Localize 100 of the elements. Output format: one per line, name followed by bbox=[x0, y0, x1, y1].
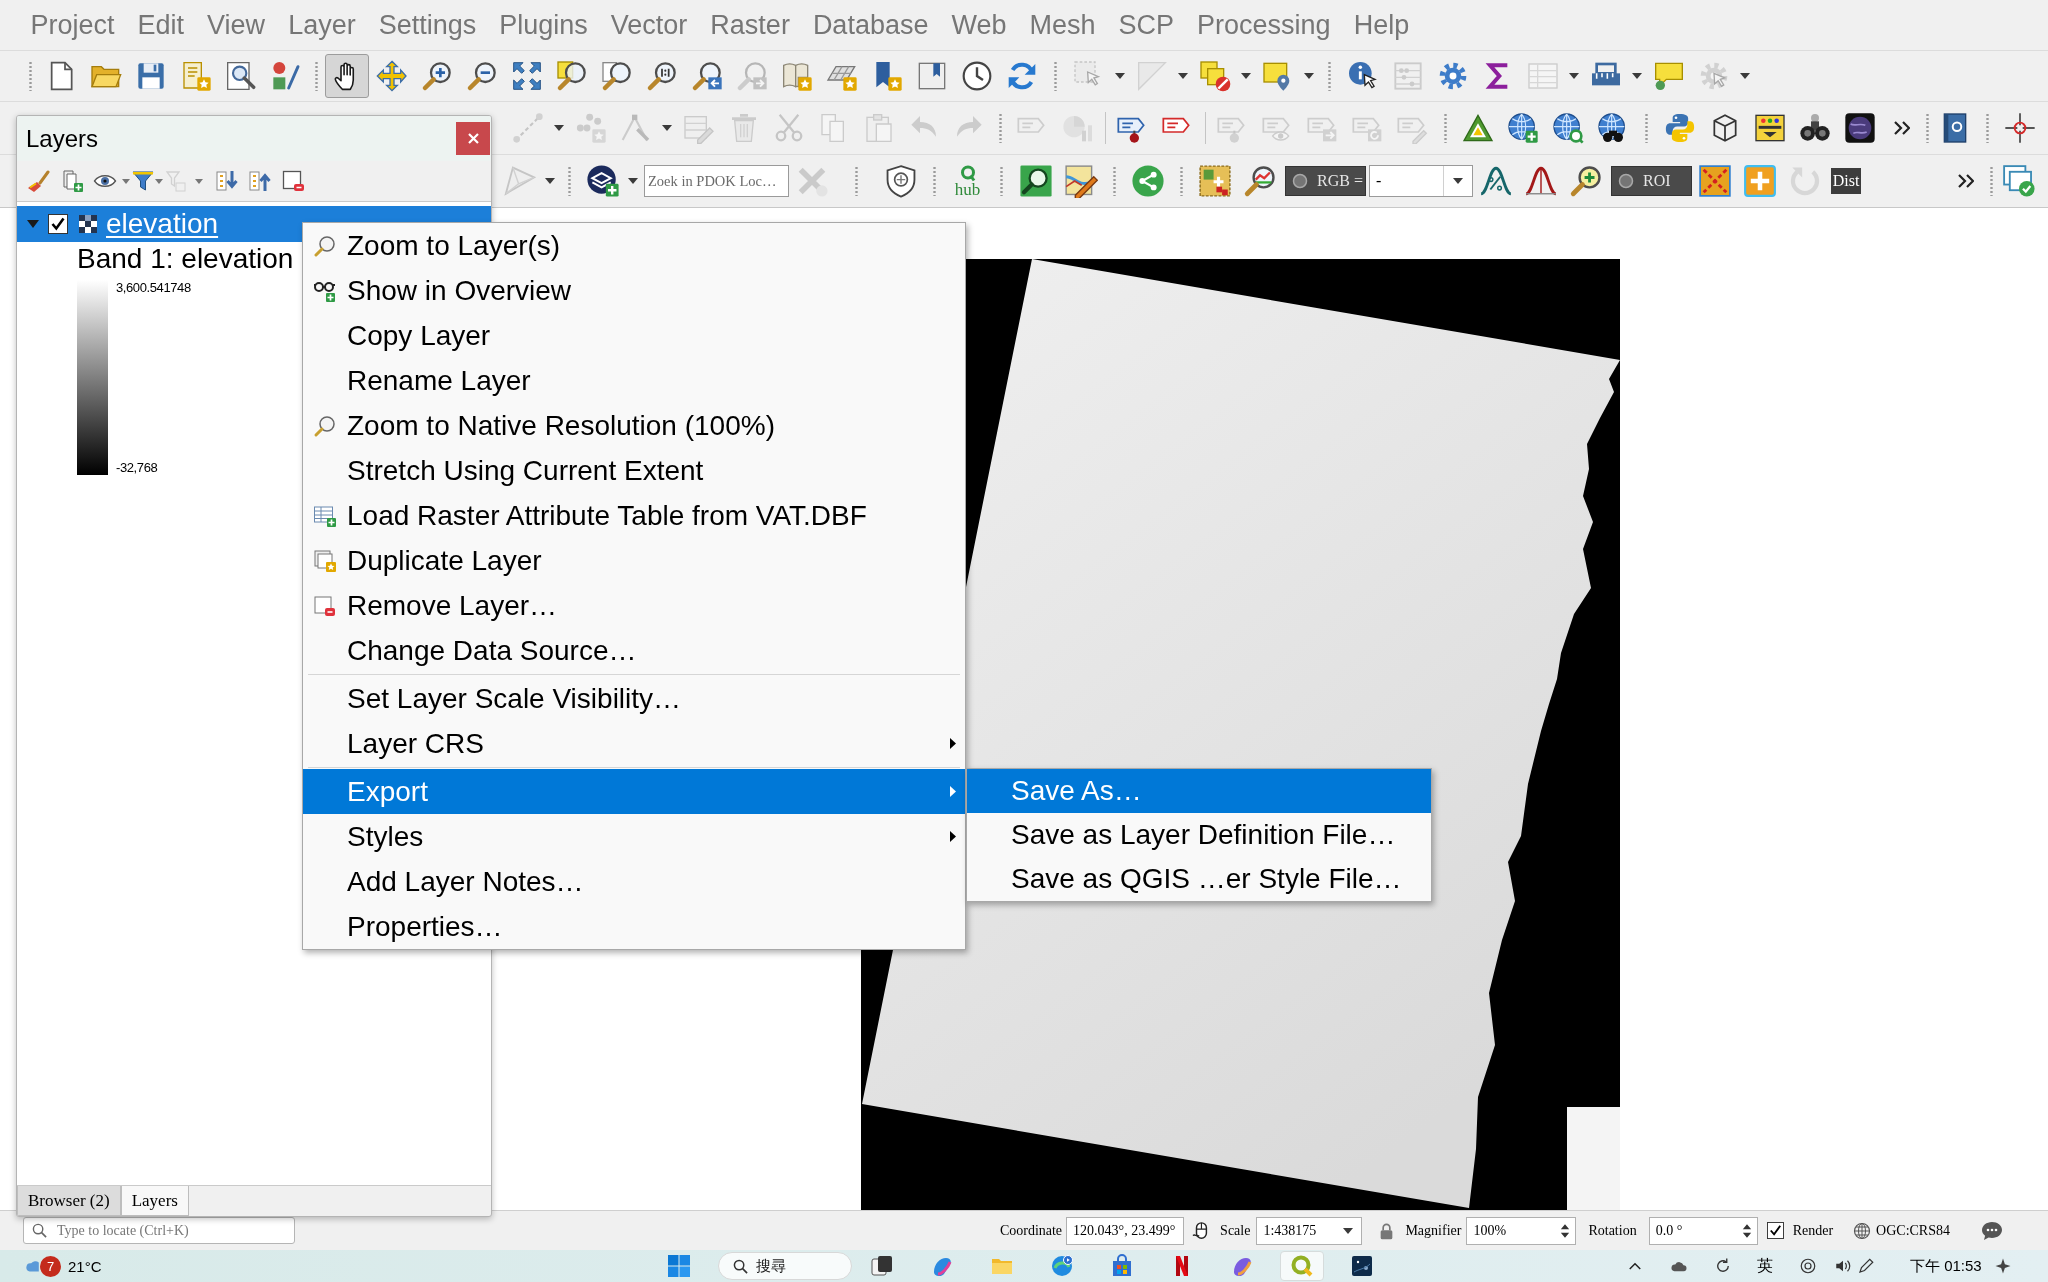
dropdown-caret-icon[interactable] bbox=[1178, 73, 1188, 79]
space-tile-icon[interactable] bbox=[1350, 1254, 1374, 1278]
magnifier-square-icon[interactable] bbox=[555, 60, 588, 92]
pan-hand-icon[interactable] bbox=[324, 54, 369, 98]
binoculars-icon[interactable] bbox=[1798, 112, 1831, 144]
menu-bar-item[interactable]: Plugins bbox=[487, 9, 600, 41]
sync-icon[interactable] bbox=[1714, 1257, 1732, 1275]
panel-dots-icon[interactable] bbox=[1753, 112, 1786, 144]
dropdown-caret-icon[interactable] bbox=[1453, 178, 1463, 184]
menu-item[interactable]: Export bbox=[303, 769, 965, 814]
dropdown-caret-icon[interactable] bbox=[1632, 73, 1642, 79]
speech-bubble-icon[interactable] bbox=[1652, 60, 1685, 92]
double-chevron-icon[interactable] bbox=[1894, 121, 1910, 135]
menu-bar-item[interactable]: Database bbox=[801, 9, 940, 41]
menu-bar-item[interactable]: Layer bbox=[276, 9, 368, 41]
dropdown-caret-icon[interactable] bbox=[662, 125, 672, 131]
map-sheet-star-icon[interactable] bbox=[780, 60, 813, 92]
menu-bar-item[interactable]: Raster bbox=[698, 9, 802, 41]
menu-item[interactable]: Zoom to Native Resolution (100%) bbox=[303, 403, 965, 448]
hub-button[interactable]: hub bbox=[954, 164, 981, 198]
taskbar-clock[interactable]: 下午 01:53 bbox=[1910, 1256, 1982, 1276]
dropdown-caret-icon[interactable] bbox=[628, 178, 638, 184]
layer-add-icon[interactable] bbox=[60, 169, 84, 193]
menu-item[interactable]: Add Layer Notes… bbox=[303, 859, 965, 904]
layers-plus-icon[interactable] bbox=[585, 164, 620, 198]
menu-item[interactable]: Remove Layer… bbox=[303, 583, 965, 628]
dropdown-caret-icon[interactable] bbox=[1115, 73, 1125, 79]
zoom-out-icon[interactable] bbox=[465, 60, 498, 92]
menu-item[interactable]: Change Data Source… bbox=[303, 628, 965, 673]
box-cross-icon[interactable] bbox=[1697, 164, 1732, 198]
lock-icon[interactable] bbox=[1379, 1221, 1395, 1240]
dropdown-caret-icon[interactable] bbox=[1343, 1227, 1354, 1234]
taskbar-search-button[interactable]: 搜尋 bbox=[718, 1252, 852, 1280]
window-tile-icon[interactable] bbox=[870, 1254, 894, 1278]
magnifier-spinbox[interactable]: 100% bbox=[1466, 1216, 1577, 1245]
paintbrush-icon[interactable] bbox=[26, 169, 50, 193]
expand-arrows-icon[interactable] bbox=[510, 60, 543, 92]
clock-icon[interactable] bbox=[960, 60, 993, 92]
menu-item[interactable]: Styles bbox=[303, 814, 965, 859]
menu-item[interactable]: Save as QGIS …er Style File… bbox=[967, 857, 1431, 901]
menu-item[interactable]: Save As… bbox=[967, 769, 1431, 813]
globe-magnifier-icon[interactable] bbox=[1551, 112, 1584, 144]
layer-checkbox[interactable] bbox=[48, 214, 68, 234]
toggle-button[interactable]: RGB = bbox=[1285, 166, 1366, 196]
zoom-in-icon[interactable] bbox=[420, 60, 453, 92]
move-arrows-icon[interactable] bbox=[375, 60, 408, 92]
menu-bar-item[interactable]: Help bbox=[1342, 9, 1421, 41]
menu-item[interactable]: Save as Layer Definition File… bbox=[967, 813, 1431, 857]
close-button[interactable] bbox=[456, 122, 490, 155]
menu-item[interactable]: Set Layer Scale Visibility… bbox=[303, 676, 965, 721]
crosshair-icon[interactable] bbox=[2003, 112, 2036, 144]
squares-cancel-icon[interactable] bbox=[1198, 60, 1231, 92]
dropdown-field[interactable]: - bbox=[1369, 165, 1473, 197]
menu-bar-item[interactable]: Web bbox=[939, 9, 1018, 41]
pen-icon[interactable] bbox=[1856, 1257, 1875, 1275]
wave-logo-icon[interactable] bbox=[1050, 1254, 1074, 1278]
magnifier-icon[interactable] bbox=[645, 60, 678, 92]
shopping-bag-icon[interactable] bbox=[1110, 1254, 1134, 1278]
menu-item[interactable]: Show in Overview bbox=[303, 268, 965, 313]
menu-item[interactable]: Properties… bbox=[303, 904, 965, 949]
toggle-button[interactable]: ROI bbox=[1611, 166, 1692, 196]
dropdown-caret-icon[interactable] bbox=[1569, 73, 1579, 79]
magnifier-page-icon[interactable] bbox=[600, 60, 633, 92]
page-magnifier-icon[interactable] bbox=[224, 60, 257, 92]
scale-combo[interactable]: 1:438175 bbox=[1256, 1216, 1363, 1245]
menu-bar-item[interactable]: Edit bbox=[126, 9, 196, 41]
locator-search-field[interactable]: Type to locate (Ctrl+K) bbox=[23, 1217, 295, 1244]
share-icon[interactable] bbox=[1130, 164, 1165, 198]
menu-item[interactable]: Rename Layer bbox=[303, 358, 965, 403]
menu-bar-item[interactable]: View bbox=[195, 9, 277, 41]
menu-bar-item[interactable]: Settings bbox=[367, 9, 488, 41]
tiles-plus-icon[interactable] bbox=[1197, 164, 1232, 198]
dropdown-caret-icon[interactable] bbox=[1241, 73, 1251, 79]
zoom-in-icon[interactable] bbox=[1568, 164, 1603, 198]
filter-icon[interactable] bbox=[131, 169, 155, 193]
render-checkbox[interactable] bbox=[1766, 1222, 1784, 1239]
coordinate-field[interactable]: 120.043°, 23.499° bbox=[1066, 1216, 1185, 1245]
menu-bar-item[interactable]: Mesh bbox=[1018, 9, 1108, 41]
magnifier-back-icon[interactable] bbox=[690, 60, 723, 92]
tiles-logo-icon[interactable] bbox=[667, 1254, 691, 1278]
dropdown-caret-icon[interactable] bbox=[1740, 73, 1750, 79]
menu-bar-item[interactable]: SCP bbox=[1107, 9, 1186, 41]
menu-item[interactable]: Stretch Using Current Extent bbox=[303, 448, 965, 493]
dropdown-caret-icon[interactable] bbox=[554, 125, 564, 131]
input-method-button[interactable]: 英 bbox=[1745, 1255, 1785, 1277]
menu-item[interactable]: Load Raster Attribute Table from VAT.DBF bbox=[303, 493, 965, 538]
double-chevron-icon[interactable] bbox=[1958, 174, 1974, 188]
snake-logo-icon[interactable] bbox=[1663, 112, 1696, 144]
panel-tab[interactable]: Layers bbox=[120, 1186, 189, 1216]
globe-plus-icon[interactable] bbox=[1506, 112, 1539, 144]
stacked-windows-icon[interactable] bbox=[2001, 164, 2036, 198]
menu-bar-item[interactable]: Vector bbox=[599, 9, 699, 41]
menu-item[interactable]: Duplicate Layer bbox=[303, 538, 965, 583]
rotation-spinbox[interactable]: 0.0 ° bbox=[1648, 1216, 1758, 1245]
concentric-circles-icon[interactable] bbox=[1799, 1257, 1817, 1275]
dropdown-caret-icon[interactable] bbox=[1304, 73, 1314, 79]
arrow-up-icon[interactable] bbox=[248, 169, 272, 193]
search-field[interactable]: Zoek in PDOK Loc… bbox=[644, 165, 789, 197]
page-minus-icon[interactable] bbox=[281, 169, 305, 193]
menu-bar-item[interactable]: Processing bbox=[1185, 9, 1343, 41]
